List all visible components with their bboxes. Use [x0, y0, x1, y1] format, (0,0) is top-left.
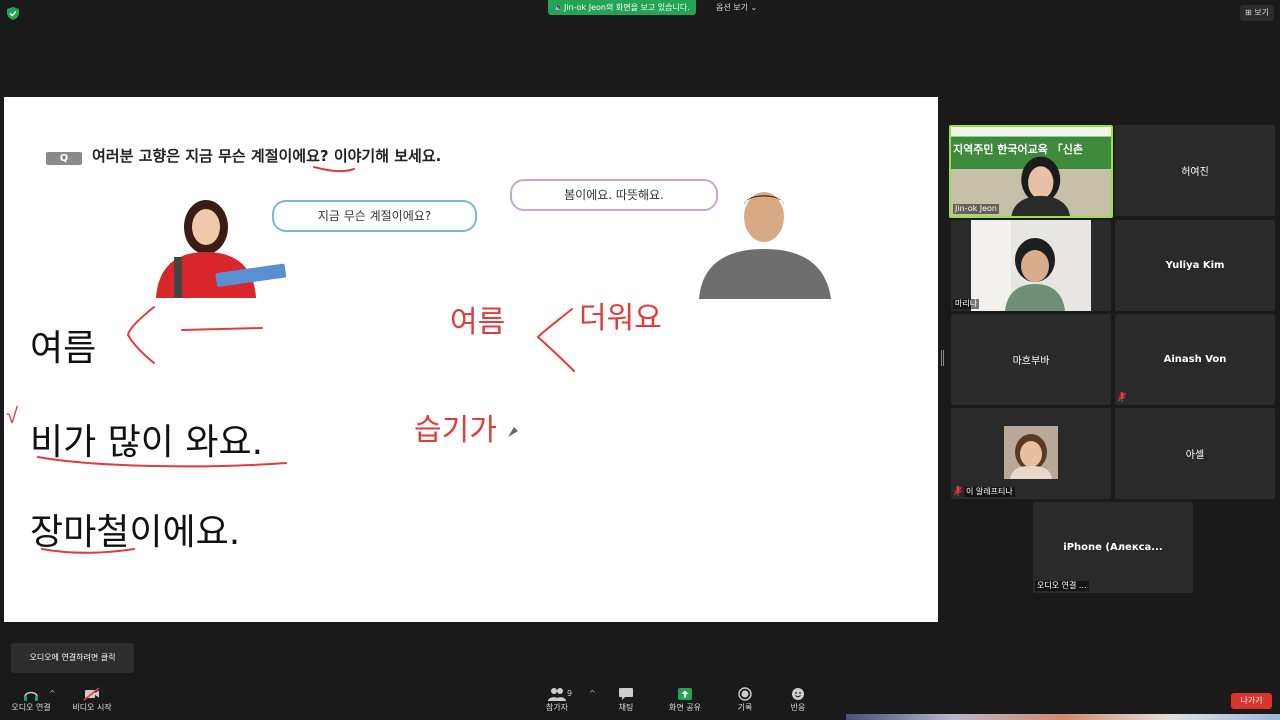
participants-button[interactable]: 참가자	[529, 687, 585, 717]
view-options-menu[interactable]: 옵션 보기 ⌄	[716, 1, 757, 14]
record-button[interactable]: 기록	[717, 687, 773, 717]
resize-handle[interactable]	[941, 350, 944, 366]
record-icon	[738, 687, 752, 701]
participant-name: Yuliya Kim	[1165, 260, 1225, 271]
speech-bubble-man: 봄이에요. 따뜻해요.	[510, 179, 718, 211]
participant-video	[971, 220, 1091, 311]
participant-tile-asel[interactable]: 아셀	[1115, 408, 1275, 499]
participant-tile-yuliya-kim[interactable]: Yuliya Kim	[1115, 220, 1275, 311]
participant-name: Ainash Von	[1163, 354, 1227, 365]
shared-screen: 여러분 고향은 지금 무슨 계절이에요? 이야기해 보세요. 지금 무슨 계절이…	[4, 97, 938, 622]
chat-label: 채팅	[618, 703, 634, 712]
woman-illustration	[156, 200, 287, 298]
leave-button[interactable]: 나가기	[1231, 693, 1272, 709]
taskbar-thumbnail-strip	[846, 714, 1280, 720]
participant-name: 허여진	[1181, 167, 1209, 178]
participants-icon	[548, 688, 566, 701]
participant-tile-jin-ok-jeon[interactable]: 지역주민 한국어교육 「신촌 Jin-ok Jeon	[949, 125, 1113, 218]
slide-sentence-monsoon: 장마철이에요.	[30, 512, 241, 553]
speech-bubble-woman: 지금 무슨 계절이에요?	[272, 200, 477, 232]
muted-mic-icon	[1118, 392, 1126, 402]
chat-icon	[619, 688, 633, 700]
participant-name: 마흐부바	[1012, 356, 1050, 367]
slide-sentence-rain: 비가 많이 와요.	[30, 422, 264, 463]
reactions-label: 반응	[790, 703, 806, 712]
participant-tile-marina[interactable]: 마리나	[951, 220, 1111, 311]
participant-video	[1004, 426, 1058, 479]
annotation-humid: 습기가	[414, 413, 497, 448]
share-screen-label: 화면 공유	[669, 703, 701, 712]
annotation-check: √	[6, 404, 19, 429]
chat-button[interactable]: 채팅	[598, 687, 654, 717]
shield-icon[interactable]	[7, 7, 19, 20]
participant-name: 이 알레프티나	[964, 487, 1015, 497]
reactions-button[interactable]: 반응	[770, 687, 826, 717]
man-illustration	[699, 192, 831, 299]
headphone-icon	[24, 691, 38, 701]
zoom-window: 🔈Jin-ok Jeon의 화면을 보고 있습니다. 옵션 보기 ⌄ ⊞ 보기 …	[0, 0, 1280, 720]
participants-count: 9	[567, 689, 573, 698]
video-start-button[interactable]: 비디오 시작	[64, 687, 120, 717]
audio-options-caret[interactable]: ^	[49, 689, 56, 698]
screen-share-banner: 🔈Jin-ok Jeon의 화면을 보고 있습니다.	[548, 0, 696, 15]
smiley-icon	[792, 688, 804, 700]
participant-tile-iphone[interactable]: iPhone (Алекса... 오디오 연결 ...	[1033, 502, 1193, 593]
audio-connect-label: 오디오 연결	[11, 703, 51, 712]
participant-banner: 지역주민 한국어교육 「신촌	[953, 143, 1083, 156]
participant-name: 아셀	[1185, 450, 1205, 461]
record-label: 기록	[737, 703, 753, 712]
question-icon	[46, 152, 82, 165]
participants-label: 참가자	[545, 703, 569, 712]
participant-tile-alevtina[interactable]: 이 알레프티나	[951, 408, 1111, 499]
annotation-summer: 여름	[450, 305, 506, 340]
annotation-hot: 더워요	[579, 301, 662, 336]
video-start-label: 비디오 시작	[72, 703, 112, 712]
muted-mic-icon	[954, 486, 962, 496]
participant-tile-mahbuba[interactable]: 마흐부바	[951, 314, 1111, 405]
slide-question: 여러분 고향은 지금 무슨 계절이에요? 이야기해 보세요.	[92, 147, 442, 165]
participants-options-caret[interactable]: ^	[589, 689, 596, 698]
view-button[interactable]: ⊞ 보기	[1240, 5, 1274, 21]
participant-tile-heo-yeojin[interactable]: 허여진	[1115, 125, 1275, 216]
share-screen-icon	[678, 688, 692, 700]
slide-word-summer: 여름	[30, 328, 97, 369]
participant-name: 마리나	[953, 299, 980, 309]
participant-name: iPhone (Алекса...	[1063, 542, 1163, 553]
audio-tooltip: 오디오에 연결하려면 클릭	[11, 643, 134, 673]
share-screen-button[interactable]: 화면 공유	[657, 687, 713, 717]
video-off-icon	[83, 687, 100, 701]
participant-audio-status: 오디오 연결 ...	[1035, 581, 1089, 591]
participant-name: Jin-ok Jeon	[953, 204, 1000, 214]
participant-tile-ainash-von[interactable]: Ainash Von	[1115, 314, 1275, 405]
